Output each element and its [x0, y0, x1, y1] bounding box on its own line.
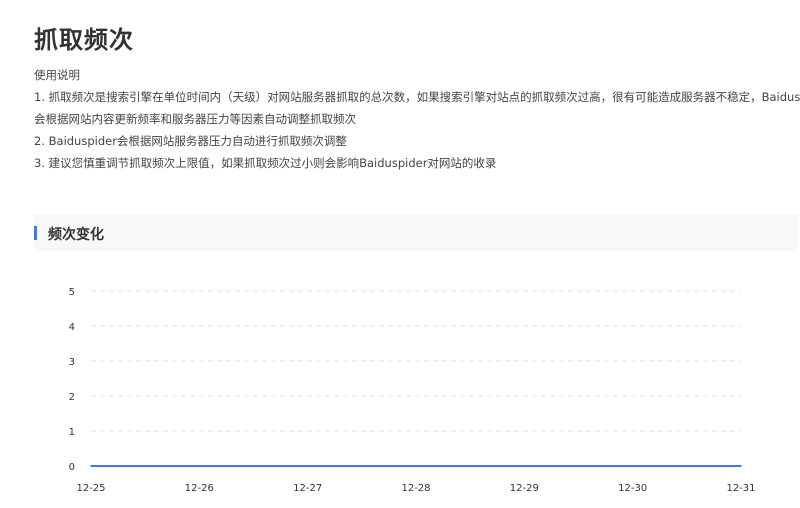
y-tick-label: 1 — [69, 427, 75, 438]
frequency-chart[interactable]: 0 1 2 3 4 5 12-25 12-26 12-27 12-28 12-29 12-30 12-3… — [0, 270, 800, 508]
y-tick-label: 3 — [69, 357, 75, 368]
y-tick-label: 5 — [69, 287, 75, 298]
usage-description: 使用说明 1. 抓取频次是搜索引擎在单位时间内（天级）对网站服务器抓取的总次数，… — [34, 64, 800, 174]
x-tick-label: 12-28 — [401, 483, 430, 494]
x-tick-label: 12-31 — [726, 483, 755, 494]
section-accent-bar — [34, 226, 37, 240]
x-tick-label: 12-27 — [293, 483, 322, 494]
section-header: 频次变化 — [34, 214, 798, 251]
x-tick-label: 12-29 — [510, 483, 539, 494]
usage-line: 3. 建议您慎重调节抓取频次上限值，如果抓取频次过小则会影响Baiduspide… — [34, 156, 497, 170]
data-point — [198, 465, 201, 467]
y-tick-label: 2 — [69, 392, 75, 403]
usage-line: 会根据网站内容更新频率和服务器压力等因素自动调整抓取频次 — [34, 112, 356, 126]
data-point — [631, 465, 634, 467]
y-tick-label: 0 — [69, 462, 75, 473]
x-tick-label: 12-26 — [185, 483, 214, 494]
x-tick-label: 12-25 — [76, 483, 105, 494]
usage-line: 1. 抓取频次是搜索引擎在单位时间内（天级）对网站服务器抓取的总次数，如果搜索引… — [34, 90, 800, 104]
data-point — [90, 465, 92, 467]
x-tick-label: 12-30 — [618, 483, 647, 494]
usage-heading: 使用说明 — [34, 68, 80, 82]
y-tick-label: 4 — [69, 322, 75, 333]
page-title: 抓取频次 — [34, 26, 134, 54]
page: 抓取频次 使用说明 1. 抓取频次是搜索引擎在单位时间内（天级）对网站服务器抓取… — [0, 0, 800, 508]
data-point — [740, 465, 742, 467]
section-title: 频次变化 — [48, 227, 104, 243]
usage-line: 2. Baiduspider会根据网站服务器压力自动进行抓取频次调整 — [34, 134, 347, 148]
data-point — [306, 465, 309, 467]
data-point — [415, 465, 417, 467]
data-point — [523, 465, 526, 467]
